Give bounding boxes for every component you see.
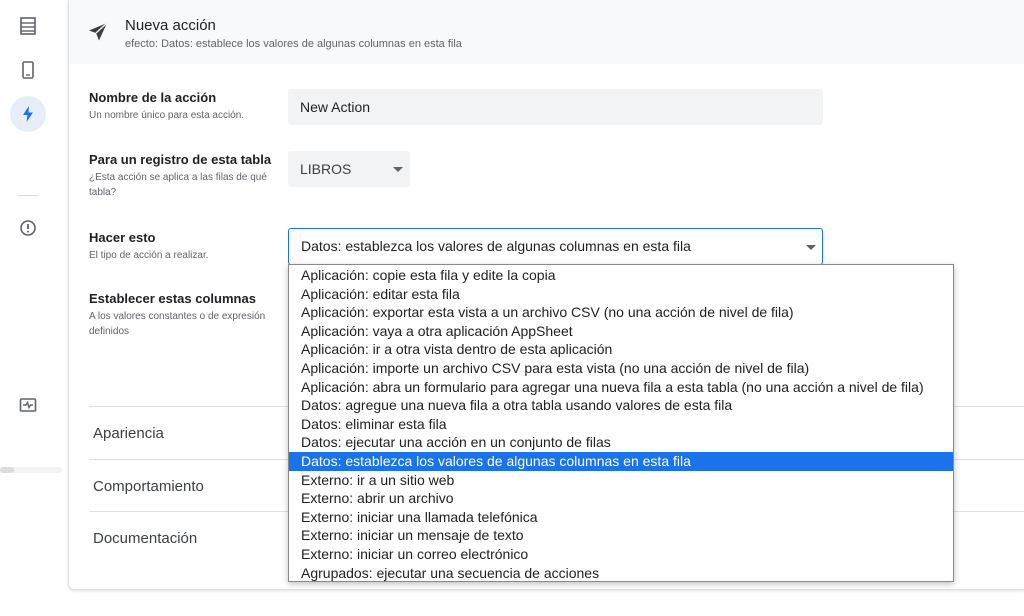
table-icon[interactable] <box>10 8 46 44</box>
table-label: Para un registro de esta tabla <box>89 152 272 167</box>
table-select-value: LIBROS <box>300 161 352 177</box>
table-select[interactable]: LIBROS <box>288 151 410 187</box>
chevron-down-icon <box>393 167 403 172</box>
nav-rail <box>0 0 62 616</box>
action-name-input[interactable]: New Action <box>288 89 823 125</box>
alert-icon[interactable] <box>10 210 46 246</box>
dropdown-option[interactable]: Aplicación: copie esta fila y edite la c… <box>289 266 953 285</box>
dropdown-option[interactable]: Datos: establezca los valores de algunas… <box>289 451 953 471</box>
do-this-help: El tipo de acción a realizar. <box>89 250 209 261</box>
set-columns-help: A los valores constantes o de expresión … <box>89 311 266 337</box>
dropdown-option[interactable]: Externo: iniciar un correo electrónico <box>289 545 953 564</box>
panel-header: Nueva acción efecto: Datos: establece lo… <box>69 0 1024 64</box>
dropdown-option[interactable]: Externo: iniciar un mensaje de texto <box>289 526 953 545</box>
dropdown-option[interactable]: Aplicación: vaya a otra aplicación AppSh… <box>289 322 953 341</box>
dropdown-option[interactable]: Datos: ejecutar una acción en un conjunt… <box>289 433 953 452</box>
activity-icon[interactable] <box>10 387 46 423</box>
action-name-help: Un nombre único para esta acción. <box>89 110 245 121</box>
table-help: ¿Esta acción se aplica a las filas de qu… <box>89 172 267 198</box>
section-label: Documentación <box>93 530 198 547</box>
dropdown-option[interactable]: Aplicación: exportar esta vista a un arc… <box>289 303 953 322</box>
set-columns-label: Establecer estas columnas <box>89 291 256 306</box>
phone-icon[interactable] <box>10 52 46 88</box>
dropdown-option[interactable]: Externo: abrir un archivo <box>289 489 953 508</box>
do-this-label: Hacer esto <box>89 230 156 245</box>
dropdown-option[interactable]: Datos: agregue una nueva fila a otra tab… <box>289 396 953 415</box>
do-this-select[interactable]: Datos: establezca los valores de algunas… <box>288 228 823 265</box>
dropdown-option[interactable]: Externo: iniciar una llamada telefónica <box>289 508 953 527</box>
page-title: Nueva acción <box>125 17 216 34</box>
page-subtitle: efecto: Datos: establece los valores de … <box>125 38 462 50</box>
chevron-down-icon <box>806 245 816 250</box>
dropdown-option[interactable]: Agrupados: ejecutar una secuencia de acc… <box>289 564 953 583</box>
section-label: Comportamiento <box>93 478 204 495</box>
section-label: Apariencia <box>93 425 164 442</box>
dropdown-option[interactable]: Datos: eliminar esta fila <box>289 415 953 434</box>
rail-divider <box>18 195 38 196</box>
send-icon <box>89 22 108 41</box>
dropdown-option[interactable]: Aplicación: abra un formulario para agre… <box>289 378 953 397</box>
action-name-label: Nombre de la acción <box>89 90 217 105</box>
dropdown-option[interactable]: Externo: ir a un sitio web <box>289 471 953 490</box>
dropdown-option[interactable]: Aplicación: importe un archivo CSV para … <box>289 359 953 378</box>
do-this-dropdown-list[interactable]: Aplicación: copie esta fila y edite la c… <box>288 264 954 582</box>
do-this-select-value: Datos: establezca los valores de algunas… <box>301 238 691 254</box>
rail-scrollbar[interactable] <box>0 467 14 473</box>
lightning-icon[interactable] <box>10 96 46 132</box>
dropdown-option[interactable]: Aplicación: ir a otra vista dentro de es… <box>289 340 953 359</box>
dropdown-option[interactable]: Aplicación: editar esta fila <box>289 285 953 304</box>
